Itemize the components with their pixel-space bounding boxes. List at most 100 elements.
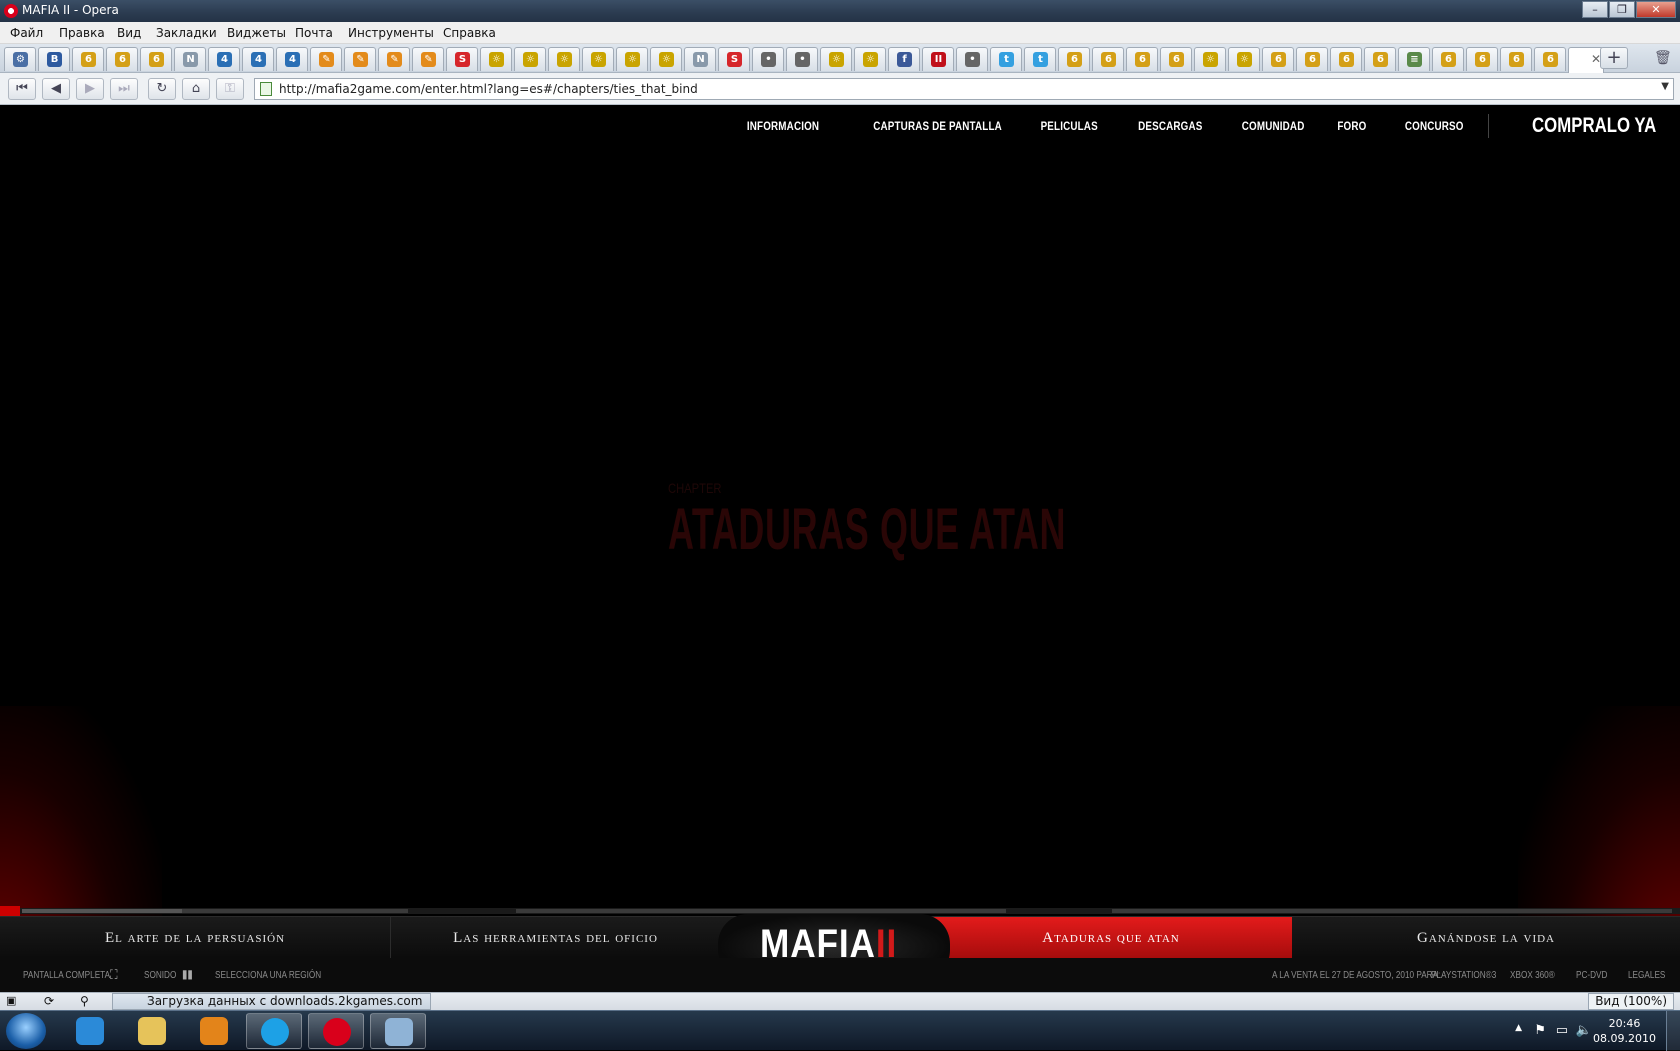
back-icon[interactable]: ◀	[42, 78, 70, 100]
clock[interactable]: 20:46 08.09.2010	[1593, 1016, 1656, 1046]
chapter-tab-1[interactable]: El arte de la persuasión	[0, 917, 390, 959]
browser-tab[interactable]: N	[684, 47, 716, 71]
volume-bars-icon[interactable]: ▮▮	[182, 967, 193, 981]
share-icon[interactable]: ⚲	[80, 994, 89, 1008]
browser-tab[interactable]: ☼	[480, 47, 512, 71]
taskbar-paint[interactable]	[370, 1013, 426, 1049]
browser-tab[interactable]: 6	[1160, 47, 1192, 71]
minimize-button[interactable]: –	[1582, 1, 1608, 18]
browser-tab[interactable]: ☼	[854, 47, 886, 71]
tray-expand-icon[interactable]: ▲	[1515, 1023, 1522, 1033]
taskbar-explorer[interactable]	[124, 1013, 180, 1049]
chevron-down-icon[interactable]: ▼	[1661, 81, 1669, 92]
menu-tools[interactable]: Инструменты	[348, 26, 434, 40]
nav-link-descargas[interactable]: DESCARGAS	[1138, 119, 1202, 133]
browser-tab[interactable]: 6	[1330, 47, 1362, 71]
play-icon[interactable]	[0, 906, 20, 916]
browser-tab[interactable]: II	[922, 47, 954, 71]
browser-tab[interactable]: •	[956, 47, 988, 71]
nav-link-concurso[interactable]: CONCURSO	[1405, 119, 1464, 133]
browser-tab[interactable]: 6	[1058, 47, 1090, 71]
browser-tab[interactable]: 6	[1296, 47, 1328, 71]
menu-bookmarks[interactable]: Закладки	[156, 26, 217, 40]
browser-tab[interactable]: 6	[1500, 47, 1532, 71]
active-tab[interactable]: ✕	[1568, 47, 1604, 73]
browser-tab[interactable]: 6	[1432, 47, 1464, 71]
browser-tab[interactable]: ☼	[650, 47, 682, 71]
browser-tab[interactable]: S	[446, 47, 478, 71]
zoom-control[interactable]: Вид (100%)	[1588, 993, 1674, 1010]
menu-view[interactable]: Вид	[117, 26, 141, 40]
fast-forward-icon[interactable]: ⏭	[110, 78, 138, 100]
browser-tab[interactable]: ✎	[310, 47, 342, 71]
chapter-tab-2[interactable]: Las herramientas del oficio	[390, 917, 720, 959]
browser-tab[interactable]: 4	[208, 47, 240, 71]
nav-link-comunidad[interactable]: COMUNIDAD	[1242, 119, 1305, 133]
chapter-tab-4[interactable]: Ganándose la vida	[1292, 917, 1680, 959]
browser-tab[interactable]: N	[174, 47, 206, 71]
browser-tab[interactable]: 4	[276, 47, 308, 71]
sync-icon[interactable]: ⟳	[44, 994, 54, 1008]
browser-tab[interactable]: B	[38, 47, 70, 71]
network-icon[interactable]: ▭	[1556, 1023, 1568, 1038]
close-button[interactable]: ✕	[1636, 1, 1676, 18]
forward-icon[interactable]: ▶	[76, 78, 104, 100]
menu-widgets[interactable]: Виджеты	[227, 26, 286, 40]
address-field[interactable]: http://mafia2game.com/enter.html?lang=es…	[254, 78, 1674, 100]
platform-pc-link[interactable]: PC-DVD	[1576, 970, 1607, 981]
panel-toggle-icon[interactable]: ▣	[6, 994, 16, 1007]
browser-tab[interactable]: ✎	[378, 47, 410, 71]
browser-tab[interactable]: 6	[1262, 47, 1294, 71]
taskbar-skype[interactable]	[246, 1013, 302, 1049]
browser-tab[interactable]: ✎	[344, 47, 376, 71]
new-tab-button[interactable]: +	[1600, 47, 1628, 69]
start-button[interactable]	[6, 1013, 46, 1049]
browser-tab[interactable]: f	[888, 47, 920, 71]
platform-ps3-link[interactable]: PLAYSTATION®3	[1431, 970, 1496, 981]
browser-tab[interactable]: ☼	[1228, 47, 1260, 71]
taskbar-media[interactable]	[186, 1013, 242, 1049]
browser-tab[interactable]: ⚙	[4, 47, 36, 71]
menu-mail[interactable]: Почта	[295, 26, 333, 40]
fullscreen-button[interactable]: PANTALLA COMPLETA	[23, 970, 110, 981]
trash-icon[interactable]: 🗑	[1654, 50, 1672, 66]
platform-xbox-link[interactable]: XBOX 360®	[1510, 970, 1555, 981]
volume-icon[interactable]: 🔈	[1576, 1023, 1592, 1038]
menu-file[interactable]: Файл	[10, 26, 43, 40]
nav-link-informacion[interactable]: INFORMACION	[747, 119, 819, 133]
browser-tab[interactable]: 6	[1092, 47, 1124, 71]
browser-tab[interactable]: ✎	[412, 47, 444, 71]
browser-tab[interactable]: t	[990, 47, 1022, 71]
browser-tab[interactable]: 6	[72, 47, 104, 71]
browser-tab[interactable]: ☼	[820, 47, 852, 71]
home-icon[interactable]: ⌂	[182, 78, 210, 100]
browser-tab[interactable]: t	[1024, 47, 1056, 71]
nav-link-foro[interactable]: FORO	[1337, 119, 1366, 133]
browser-tab[interactable]: ☼	[582, 47, 614, 71]
menu-help[interactable]: Справка	[443, 26, 496, 40]
browser-tab[interactable]: ☼	[548, 47, 580, 71]
browser-tab[interactable]: •	[786, 47, 818, 71]
browser-tab[interactable]: ☼	[1194, 47, 1226, 71]
taskbar-ie[interactable]	[62, 1013, 118, 1049]
nav-link-peliculas[interactable]: PELICULAS	[1041, 119, 1098, 133]
taskbar-opera[interactable]	[308, 1013, 364, 1049]
address-url[interactable]: http://mafia2game.com/enter.html?lang=es…	[279, 82, 698, 96]
wand-key-icon[interactable]: ⚿	[216, 78, 244, 100]
fullscreen-icon[interactable]: ⛶	[110, 967, 117, 983]
rewind-icon[interactable]: ⏮	[8, 78, 36, 100]
browser-tab[interactable]: S	[718, 47, 750, 71]
page-info-icon[interactable]	[260, 82, 272, 96]
browser-tab[interactable]: 4	[242, 47, 274, 71]
sound-button[interactable]: SONIDO	[144, 970, 176, 981]
browser-tab[interactable]: 6	[106, 47, 138, 71]
browser-tab[interactable]: 6	[140, 47, 172, 71]
browser-tab[interactable]: 6	[1534, 47, 1566, 71]
browser-tab[interactable]: ☼	[616, 47, 648, 71]
menu-edit[interactable]: Правка	[59, 26, 105, 40]
legal-link[interactable]: LEGALES	[1628, 970, 1665, 981]
show-desktop-button[interactable]	[1666, 1011, 1680, 1051]
browser-tab[interactable]: 6	[1364, 47, 1396, 71]
flag-icon[interactable]: ⚑	[1534, 1023, 1546, 1038]
browser-tab[interactable]: ☼	[514, 47, 546, 71]
